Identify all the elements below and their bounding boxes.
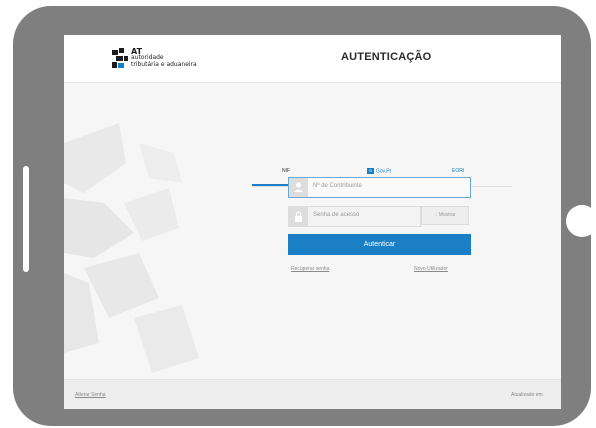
logo-line1: autoridade [131, 54, 164, 61]
lock-icon [289, 207, 308, 226]
eye-icon: ◌ [434, 212, 438, 218]
show-label: Mostrar [438, 212, 456, 218]
updated-text: Atualizado em [511, 392, 543, 398]
decorative-pattern-icon [64, 123, 199, 373]
change-password-link[interactable]: Alterar Senha [75, 392, 106, 398]
recover-password-link[interactable]: Recuperar senha [291, 266, 329, 272]
authenticate-button[interactable]: Autenticar [288, 234, 471, 255]
tab-govpt-label: Gov.Pt [376, 168, 391, 175]
user-icon [289, 178, 308, 197]
govpt-icon: G [367, 168, 374, 174]
footer: Alterar Senha Atualizado em [64, 379, 561, 409]
show-password-button[interactable]: ◌ Mostrar [421, 206, 469, 225]
password-field[interactable]: Senha de acesso [288, 206, 421, 227]
logo-line2: tributária e aduaneira [131, 61, 197, 68]
at-logo-mark-icon [112, 48, 128, 68]
tablet-frame: AT autoridade tributária e aduaneira AUT… [13, 6, 596, 426]
tablet-home-button [566, 205, 596, 237]
nif-field[interactable]: Nº de Contribuinte [288, 177, 471, 198]
top-bar: AT autoridade tributária e aduaneira AUT… [64, 35, 561, 83]
content-area: NIF G Gov.Pt EORI [64, 83, 561, 379]
page-title: AUTENTICAÇÃO [341, 51, 432, 63]
browser-screen: AT autoridade tributária e aduaneira AUT… [64, 35, 561, 409]
at-logo[interactable]: AT autoridade tributária e aduaneira [112, 46, 222, 72]
nif-placeholder: Nº de Contribuinte [313, 183, 362, 189]
new-user-link[interactable]: Novo Utilizador [414, 266, 448, 272]
password-placeholder: Senha de acesso [313, 212, 360, 218]
tablet-side-button [23, 166, 29, 272]
